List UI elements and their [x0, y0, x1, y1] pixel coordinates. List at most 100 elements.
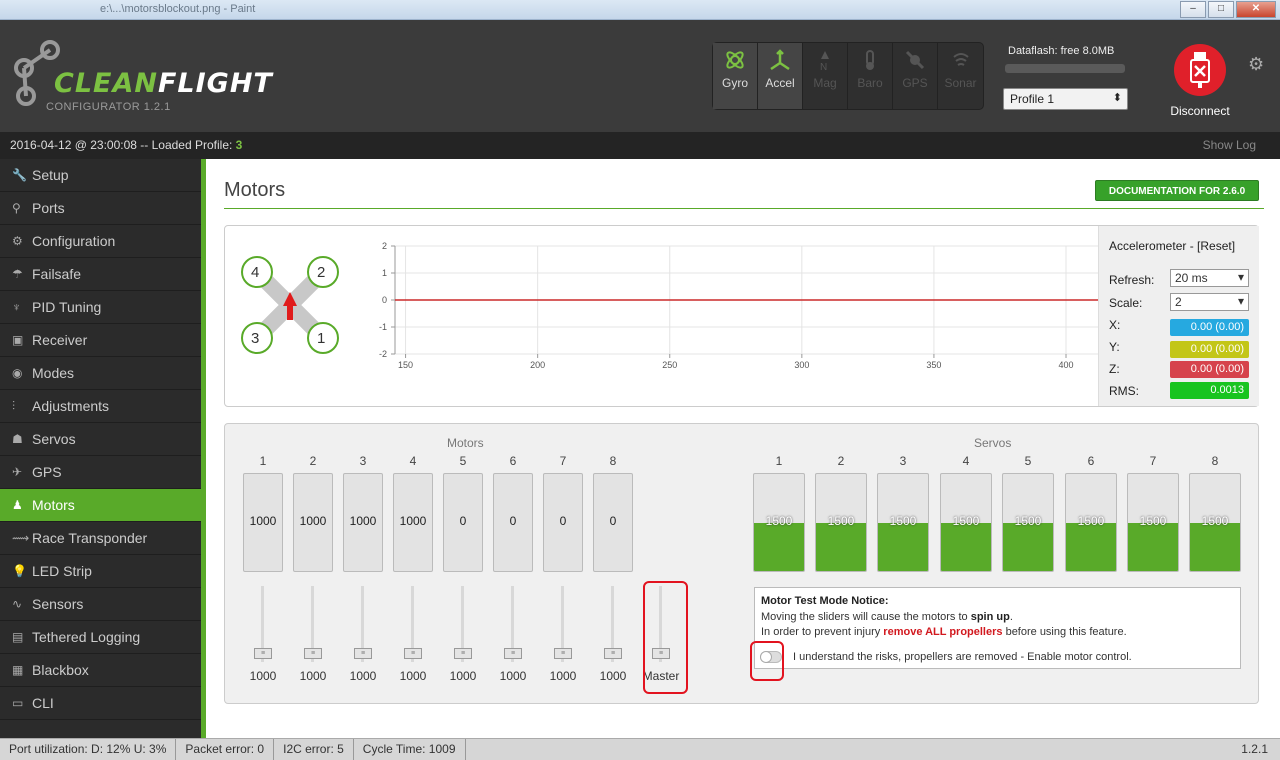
settings-gear-icon[interactable]: ⚙: [1248, 54, 1264, 75]
sensor-label: GPS: [902, 76, 928, 90]
servo-value: 1500: [1139, 514, 1167, 528]
sidebar-item-configuration[interactable]: ⚙ Configuration: [0, 225, 201, 258]
gear-icon: ⚙: [12, 234, 23, 248]
servo-value: 1500: [1014, 514, 1042, 528]
motor-slider[interactable]: ≡: [343, 586, 383, 664]
servo-fill-bar: [1066, 522, 1116, 571]
profile-select-value: Profile 1: [1010, 92, 1055, 106]
accelerometer-title[interactable]: Accelerometer - [Reset]: [1109, 239, 1235, 253]
motor-slider[interactable]: ≡: [443, 586, 483, 664]
motor-slider-value: 1000: [499, 669, 527, 683]
scale-select-value: 2: [1175, 295, 1182, 309]
accel-sensor-icon: [770, 49, 790, 71]
sidebar-item-receiver[interactable]: ▣ Receiver: [0, 324, 201, 357]
close-button[interactable]: ✕: [1236, 1, 1276, 18]
servo-icon: ☗: [12, 432, 23, 446]
sidebar-item-sensors[interactable]: ∿ Sensors: [0, 588, 201, 621]
sidebar-item-ports[interactable]: ⚲ Ports: [0, 192, 201, 225]
sidebar-item-motors[interactable]: ♟ Motors: [0, 489, 201, 522]
motor-icon: ♟: [12, 498, 23, 512]
y-tick-label: 2: [382, 241, 387, 251]
sidebar-item-pid-tuning[interactable]: ♆ PID Tuning: [0, 291, 201, 324]
slider-thumb[interactable]: ≡: [454, 648, 472, 659]
slider-thumb[interactable]: ≡: [354, 648, 372, 659]
refresh-select[interactable]: 20 ms ▾: [1170, 269, 1249, 287]
notice-title: Motor Test Mode Notice:: [761, 595, 889, 607]
terminal-icon: ▭: [12, 696, 24, 710]
scale-select[interactable]: 2 ▾: [1170, 293, 1249, 311]
y-tick-label: -2: [379, 349, 387, 359]
status-footer: Port utilization: D: 12% U: 3% Packet er…: [0, 738, 1280, 760]
motor-slider[interactable]: ≡: [493, 586, 533, 664]
motor-3-label: 3: [251, 330, 259, 347]
sidebar-item-setup[interactable]: 🔧 Setup: [0, 159, 201, 192]
loaded-profile-status: 2016-04-12 @ 23:00:08 -- Loaded Profile:…: [10, 138, 242, 152]
keyboard-icon: ▤: [12, 630, 24, 644]
title-divider: [224, 208, 1264, 209]
motor-slider-value: 1000: [599, 669, 627, 683]
motor-1-label: 1: [317, 330, 325, 347]
x-label: X:: [1109, 318, 1121, 332]
brand-part-b: FLIGHT: [157, 68, 273, 99]
show-log-link[interactable]: Show Log: [1203, 138, 1256, 152]
sidebar-item-race-transponder[interactable]: ⟿ Race Transponder: [0, 522, 201, 555]
x-tick-label: 300: [794, 360, 809, 370]
motor-number: 3: [359, 454, 367, 468]
sidebar-nav: 🔧 Setup ⚲ Ports ⚙ Configuration ☂ Failsafe ♆ PID …: [0, 159, 201, 738]
slider-thumb[interactable]: ≡: [604, 648, 622, 659]
servo-fill-bar: [1003, 522, 1053, 571]
gps-sensor-icon: [905, 50, 925, 70]
baro-sensor-icon: [866, 50, 874, 70]
motor-slider-value: 1000: [349, 669, 377, 683]
motor-slider-value: 1000: [299, 669, 327, 683]
motor-slider[interactable]: ≡: [543, 586, 583, 664]
x-value: 0.00 (0.00): [1170, 319, 1249, 336]
motor-slider[interactable]: ≡: [393, 586, 433, 664]
sidebar-item-label: Modes: [32, 365, 75, 381]
receiver-icon: ▣: [12, 333, 24, 347]
sidebar-item-led-strip[interactable]: 💡 LED Strip: [0, 555, 201, 588]
loaded-profile-number: 3: [235, 138, 243, 152]
slider-thumb[interactable]: ≡: [404, 648, 422, 659]
z-value: 0.00 (0.00): [1170, 361, 1249, 378]
motor-slider-value: 1000: [399, 669, 427, 683]
sidebar-item-adjustments[interactable]: ⫶ Adjustments: [0, 390, 201, 423]
sidebar-item-modes[interactable]: ◉ Modes: [0, 357, 201, 390]
motor-slider[interactable]: ≡: [243, 586, 283, 664]
slider-thumb[interactable]: ≡: [554, 648, 572, 659]
sensor-label: Gyro: [721, 76, 748, 90]
motor-slider[interactable]: ≡: [293, 586, 333, 664]
sensor-label: Mag: [813, 76, 837, 90]
sidebar-item-servos[interactable]: ☗ Servos: [0, 423, 201, 456]
documentation-button[interactable]: DOCUMENTATION FOR 2.6.0: [1095, 180, 1259, 201]
motor-number: 5: [459, 454, 467, 468]
blackbox-icon: ▦: [12, 663, 24, 677]
window-titlebar: e:\...\motorsblockout.png - Paint – □ ✕: [0, 0, 1280, 20]
status-prefix: 2016-04-12 @ 23:00:08 -- Loaded Profile:: [10, 138, 236, 152]
motor-slider[interactable]: ≡: [593, 586, 633, 664]
minimize-button[interactable]: –: [1180, 1, 1206, 18]
maximize-button[interactable]: □: [1208, 1, 1234, 18]
notice-line-2-tail: before using this feature.: [1002, 626, 1127, 638]
sidebar-item-failsafe[interactable]: ☂ Failsafe: [0, 258, 201, 291]
motor-output-box: 1000: [293, 473, 333, 572]
sensor-gyro: Gyro: [713, 43, 758, 109]
disconnect-button[interactable]: Disconnect: [1165, 44, 1235, 118]
y-value: 0.00 (0.00): [1170, 341, 1249, 358]
sidebar-item-gps[interactable]: ✈ GPS: [0, 456, 201, 489]
notice-line-1-text: Moving the sliders will cause the motors…: [761, 611, 971, 623]
slider-thumb[interactable]: ≡: [304, 648, 322, 659]
sidebar-item-cli[interactable]: ▭ CLI: [0, 687, 201, 720]
motor-output-box: 1000: [393, 473, 433, 572]
slider-thumb[interactable]: ≡: [504, 648, 522, 659]
sidebar-item-label: Blackbox: [32, 662, 89, 678]
sidebar-item-tethered-logging[interactable]: ▤ Tethered Logging: [0, 621, 201, 654]
sensor-baro: Baro: [848, 43, 893, 109]
sidebar-item-label: Receiver: [32, 332, 88, 348]
motor-4-label: 4: [251, 264, 259, 281]
servo-number: 5: [1024, 454, 1032, 468]
sidebar-item-blackbox[interactable]: ▦ Blackbox: [0, 654, 201, 687]
slider-thumb[interactable]: ≡: [254, 648, 272, 659]
motor-output-box: 1000: [243, 473, 283, 572]
profile-select[interactable]: Profile 1 ⬍: [1003, 88, 1128, 110]
